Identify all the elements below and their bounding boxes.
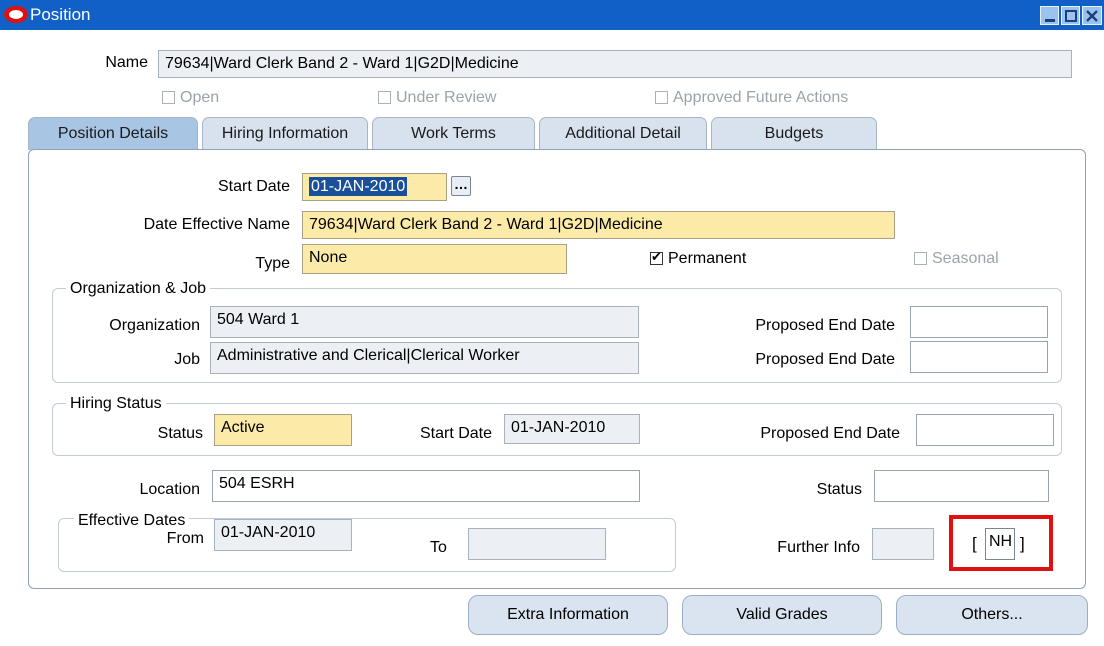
- under-review-checkbox-label: Under Review: [396, 89, 497, 106]
- approved-future-actions-checkbox-label: Approved Future Actions: [673, 89, 849, 106]
- proposed-end-date-field-1[interactable]: [910, 306, 1048, 338]
- organization-label: Organization: [109, 317, 200, 334]
- dff-close-bracket: ]: [1020, 534, 1025, 553]
- extra-information-button[interactable]: Extra Information: [468, 595, 668, 635]
- oracle-logo-icon-center: [9, 10, 23, 19]
- hiring-status-title: Hiring Status: [66, 394, 166, 414]
- flexfield-field[interactable]: NH: [985, 528, 1015, 560]
- hiring-start-date-field[interactable]: 01-JAN-2010: [504, 414, 640, 444]
- seasonal-checkbox[interactable]: [914, 252, 927, 265]
- tab-position-details[interactable]: Position Details: [28, 117, 198, 150]
- proposed-end-date-field-2[interactable]: [910, 341, 1048, 373]
- effective-dates-title: Effective Dates: [74, 511, 190, 531]
- type-label: Type: [255, 255, 290, 272]
- window-title: Position: [30, 5, 91, 24]
- seasonal-checkbox-label: Seasonal: [932, 250, 999, 267]
- hiring-start-date-label: Start Date: [419, 425, 492, 442]
- further-info-field[interactable]: [872, 528, 934, 560]
- tab-work-terms[interactable]: Work Terms: [372, 117, 535, 150]
- organization-field[interactable]: 504 Ward 1: [210, 306, 639, 338]
- others-button[interactable]: Others...: [896, 595, 1088, 635]
- hiring-proposed-end-date-label: Proposed End Date: [760, 425, 900, 442]
- approved-future-actions-checkbox[interactable]: [655, 91, 668, 104]
- start-date-value: 01-JAN-2010: [309, 177, 408, 196]
- position-status-label: Status: [816, 481, 862, 498]
- type-field[interactable]: None: [302, 244, 567, 274]
- valid-grades-button[interactable]: Valid Grades: [682, 595, 882, 635]
- minimize-icon[interactable]: [1040, 6, 1059, 25]
- organization-job-title: Organization & Job: [66, 279, 211, 299]
- date-effective-name-label: Date Effective Name: [143, 216, 290, 233]
- to-label: To: [430, 539, 447, 556]
- close-icon[interactable]: [1082, 6, 1102, 25]
- tab-additional-detail[interactable]: Additional Detail: [539, 117, 707, 150]
- permanent-checkbox-label: Permanent: [668, 250, 747, 267]
- title-bar: [0, 0, 1104, 30]
- location-field[interactable]: 504 ESRH: [212, 470, 640, 502]
- further-info-label: Further Info: [777, 539, 860, 556]
- tab-budgets[interactable]: Budgets: [711, 117, 877, 150]
- job-label: Job: [174, 351, 200, 368]
- name-label: Name: [105, 54, 148, 71]
- name-field[interactable]: 79634|Ward Clerk Band 2 - Ward 1|G2D|Med…: [158, 50, 1072, 78]
- job-field[interactable]: Administrative and Clerical|Clerical Wor…: [210, 342, 639, 374]
- open-checkbox-label: Open: [180, 89, 220, 106]
- position-status-field[interactable]: [874, 470, 1049, 502]
- location-label: Location: [139, 481, 201, 498]
- tab-hiring-information[interactable]: Hiring Information: [202, 117, 368, 150]
- hiring-status-label: Status: [157, 425, 203, 442]
- date-picker-button[interactable]: …: [451, 176, 471, 196]
- dff-open-bracket: [: [972, 534, 977, 553]
- maximize-icon[interactable]: [1061, 6, 1080, 25]
- proposed-end-date-label-2: Proposed End Date: [755, 351, 895, 368]
- date-effective-name-field[interactable]: 79634|Ward Clerk Band 2 - Ward 1|G2D|Med…: [302, 211, 895, 239]
- proposed-end-date-label-1: Proposed End Date: [755, 317, 895, 334]
- start-date-field[interactable]: 01-JAN-2010: [302, 173, 447, 201]
- open-checkbox[interactable]: [162, 91, 175, 104]
- under-review-checkbox[interactable]: [378, 91, 391, 104]
- from-label: From: [166, 530, 204, 547]
- hiring-status-field[interactable]: Active: [214, 414, 352, 446]
- from-date-field[interactable]: 01-JAN-2010: [214, 519, 352, 551]
- permanent-checkbox[interactable]: [650, 249, 663, 265]
- start-date-label: Start Date: [217, 178, 290, 195]
- hiring-proposed-end-date-field[interactable]: [916, 414, 1054, 446]
- to-date-field[interactable]: [468, 528, 606, 560]
